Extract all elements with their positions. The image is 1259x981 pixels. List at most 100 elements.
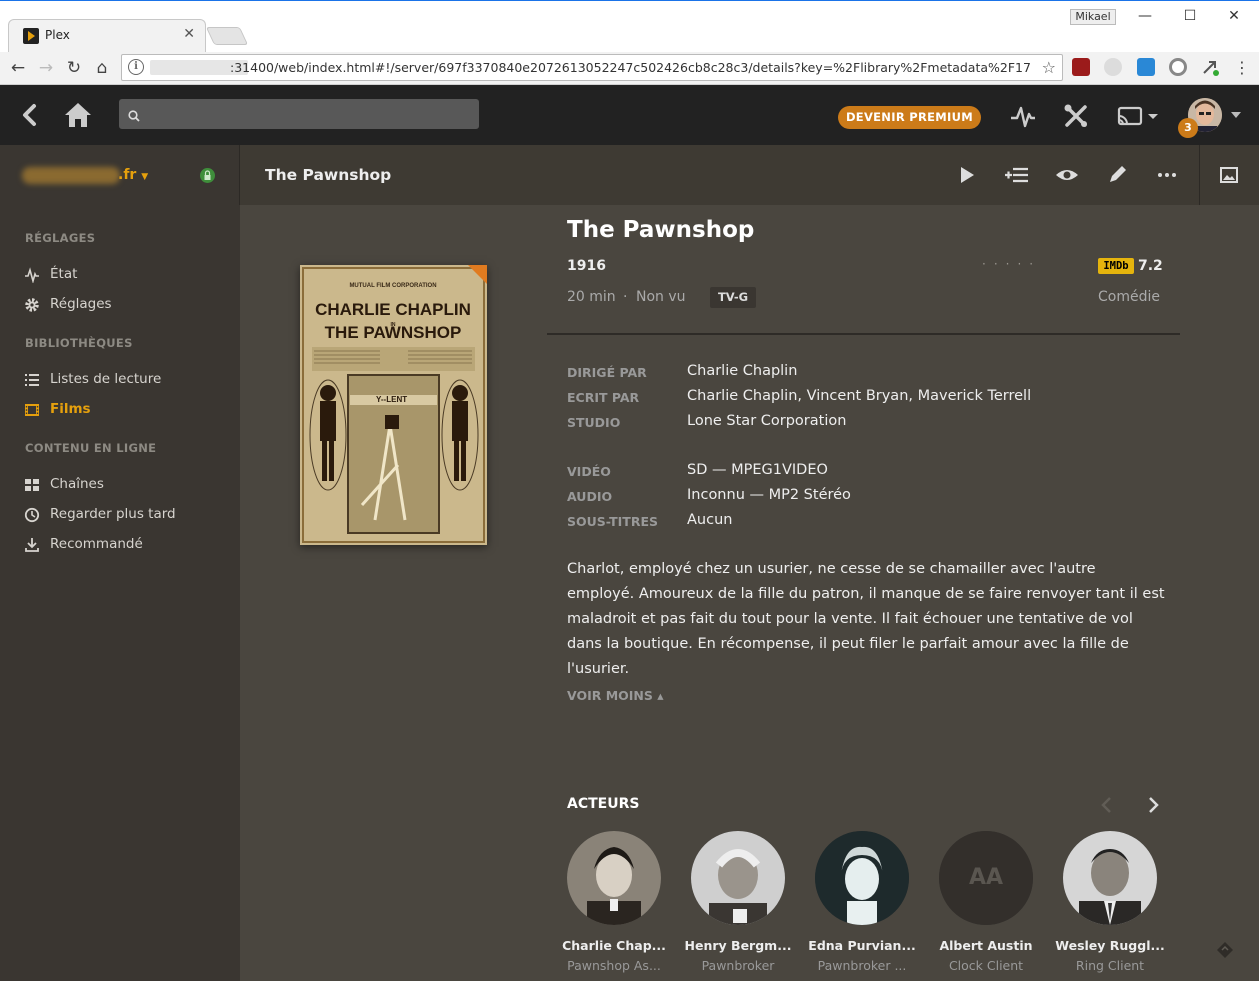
back-icon[interactable] [18,101,42,129]
extension-check-icon[interactable] [1104,58,1122,76]
sidebar-item-recommended[interactable]: Recommandé [24,535,224,555]
cast-name: Wesley Ruggl... [1055,938,1165,953]
page-title: The Pawnshop [265,166,392,184]
search-input[interactable] [119,99,479,129]
info-icon[interactable]: i [128,59,144,75]
cast-role: Ring Client [1075,958,1145,973]
detail-label-video: VIDÉO [567,464,611,479]
browser-forward-icon[interactable]: → [34,56,58,80]
image-background-icon[interactable] [1215,161,1243,189]
settings-tools-icon[interactable] [1062,102,1090,130]
sidebar-item-label: Films [50,401,91,417]
sidebar-section-settings: RÉGLAGES [25,231,96,245]
detail-value-video: SD — MPEG1VIDEO [687,462,828,478]
cast-name: Charlie Chap... [562,938,666,953]
user-rating-stars[interactable]: ····· [982,257,1041,271]
sidebar-item-settings[interactable]: Réglages [24,295,224,315]
sidebar: RÉGLAGES État Réglages BIBLIOTHÈQUES Lis… [0,205,240,981]
clock-icon [24,507,40,523]
detail-value-writers[interactable]: Charlie Chaplin, Vincent Bryan, Maverick… [687,388,1031,404]
movie-title: The Pawnshop [567,217,755,243]
cast-section-title: ACTEURS [567,796,640,812]
cast-card[interactable]: Edna Purvian... Pawnbroker ... [801,831,916,981]
imdb-logo: IMDb [1098,258,1134,274]
cast-prev-chevron-icon[interactable] [1099,795,1115,815]
search-icon [128,107,140,122]
cast-card[interactable]: Wesley Ruggl... Ring Client [1049,831,1165,981]
detail-value-subtitles[interactable]: Aucun [687,512,732,528]
sidebar-item-films[interactable]: Films [24,400,224,420]
notification-badge[interactable]: 3 [1178,118,1198,138]
sidebar-section-online: CONTENU EN LIGNE [25,441,157,455]
detail-value-studio[interactable]: Lone Star Corporation [687,413,846,429]
reload-icon[interactable]: ↻ [62,56,86,80]
watched-eye-icon[interactable] [1053,161,1081,189]
extension-arrow-icon[interactable] [1201,58,1219,76]
extension-chromium-icon[interactable] [1169,58,1187,76]
tab-close-icon[interactable]: ✕ [183,26,195,42]
detail-label-studio: STUDIO [567,415,621,430]
cast-card[interactable]: Henry Bergm... Pawnbroker [677,831,791,981]
download-icon [24,537,40,553]
list-icon [24,372,40,388]
minimize-icon[interactable]: — [1130,5,1160,27]
ublock-extension-icon[interactable] [1072,58,1090,76]
cast-next-chevron-icon[interactable] [1145,795,1161,815]
window-close-icon[interactable]: ✕ [1219,5,1249,27]
browser-titlebar: Plex ✕ Mikael — ☐ ✕ [0,0,1259,53]
cast-photo [567,831,661,925]
premium-button[interactable]: DEVENIR PREMIUM [838,106,981,129]
user-menu-chevron-down-icon[interactable] [1231,112,1241,118]
browser-menu-icon[interactable]: ⋮ [1230,56,1254,80]
new-tab-button[interactable] [205,27,249,45]
browser-tab[interactable]: Plex ✕ [8,19,206,53]
imdb-rating: 7.2 [1138,258,1163,274]
sidebar-item-playlists[interactable]: Listes de lecture [24,370,224,390]
detail-value-audio[interactable]: Inconnu — MP2 Stéréo [687,487,851,503]
show-less-button[interactable]: VOIR MOINS ▴ [567,688,664,703]
divider [547,333,1180,335]
url-text: :31400/web/index.html#!/server/697f33708… [230,60,1031,75]
grid-icon [24,477,40,493]
sidebar-item-watch-later[interactable]: Regarder plus tard [24,505,224,525]
movie-duration: 20 min [567,289,616,305]
movie-summary: Charlot, employé chez un usurier, ne ces… [567,561,1165,677]
detail-value-director[interactable]: Charlie Chaplin [687,363,797,379]
bookmark-star-icon[interactable]: ☆ [1042,58,1056,77]
play-icon[interactable] [953,161,981,189]
sidebar-item-label: Regarder plus tard [50,506,176,522]
cast-initials: AA [939,831,1033,925]
feedback-icon[interactable] [1215,940,1235,960]
cast-photo-placeholder: AA [939,831,1033,925]
extension-window-icon[interactable] [1137,58,1155,76]
cast-role: Pawnshop As... [567,958,661,973]
cast-photo [691,831,785,925]
cast-card[interactable]: AA Albert Austin Clock Client [925,831,1035,981]
window-user-badge[interactable]: Mikael [1070,9,1116,25]
sidebar-item-channels[interactable]: Chaînes [24,475,224,495]
maximize-icon[interactable]: ☐ [1175,5,1205,27]
cast-role: Pawnbroker [701,958,775,973]
server-selector[interactable]: .fr ▼ [0,145,240,205]
sidebar-item-label: Recommandé [50,536,143,552]
cast-name: Albert Austin [939,938,1033,953]
movie-poster[interactable]: MUTUAL FILM CORPORATION CHARLIE CHAPLIN … [300,265,487,545]
plex-favicon-icon [23,28,39,44]
poster-line1: MUTUAL FILM CORPORATION [349,283,436,289]
cast-role: Pawnbroker ... [817,958,907,973]
edit-pencil-icon[interactable] [1103,161,1131,189]
content-rating-badge: TV-G [710,287,756,308]
cast-icon[interactable] [1116,102,1160,130]
secure-lock-icon [200,168,215,183]
more-options-icon[interactable] [1153,161,1181,189]
address-bar[interactable]: i :31400/web/index.html#!/server/697f337… [121,54,1063,81]
add-to-queue-icon[interactable] [1003,161,1031,189]
home-icon[interactable]: ⌂ [90,56,114,80]
sidebar-item-status[interactable]: État [24,265,224,285]
browser-back-icon[interactable]: ← [6,56,30,80]
activity-icon[interactable] [1009,102,1037,130]
home-icon[interactable] [63,100,93,130]
cast-photo [815,831,909,925]
cast-card[interactable]: Charlie Chap... Pawnshop As... [553,831,666,981]
main-content: MUTUAL FILM CORPORATION CHARLIE CHAPLIN … [240,205,1259,981]
